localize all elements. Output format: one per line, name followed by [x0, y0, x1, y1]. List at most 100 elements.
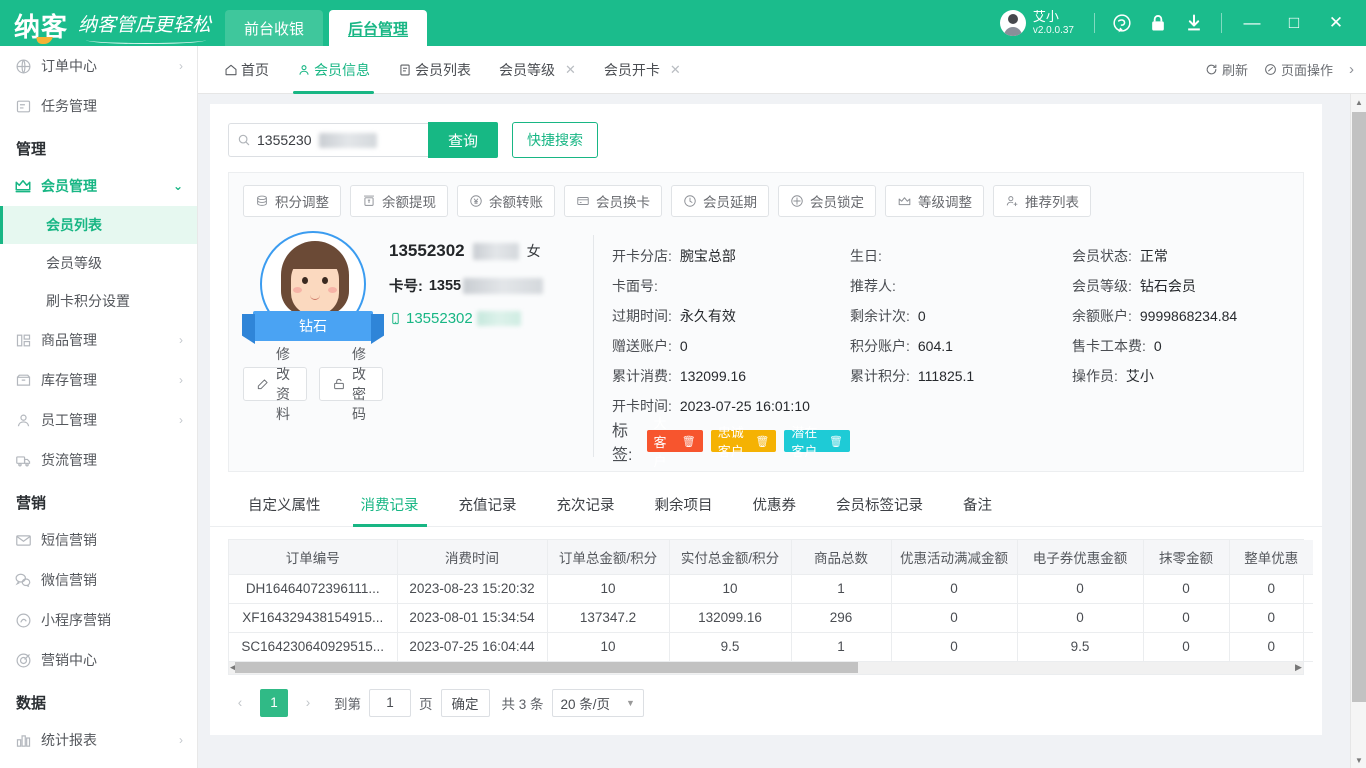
sidebar-item-staff[interactable]: 员工管理 ›: [0, 400, 197, 440]
user-chip[interactable]: 艾小 v2.0.0.37: [990, 10, 1084, 36]
tag-label: 大客户: [654, 413, 677, 470]
member-tag[interactable]: 大客户🗑: [647, 430, 703, 452]
member-phone-row[interactable]: 13552302: [389, 310, 593, 327]
sidebar-item-sms-marketing[interactable]: 短信营销: [0, 520, 197, 560]
column-header[interactable]: 电子券优惠金额: [1017, 540, 1143, 574]
scroll-right-arrow-icon[interactable]: ▶: [1294, 662, 1303, 673]
member-extend-button[interactable]: 会员延期: [671, 185, 769, 217]
confirm-page-button[interactable]: 确定: [441, 689, 490, 717]
minimize-button[interactable]: —: [1232, 0, 1272, 46]
quick-search-button[interactable]: 快捷搜索: [512, 122, 598, 158]
sidebar-item-miniprogram-marketing[interactable]: 小程序营销: [0, 600, 197, 640]
refresh-button[interactable]: 刷新: [1205, 60, 1248, 79]
sidebar-item-marketing-center[interactable]: 营销中心: [0, 640, 197, 680]
tab-count-records[interactable]: 充次记录: [537, 482, 635, 526]
delete-icon[interactable]: 🗑: [755, 435, 769, 448]
balance-transfer-button[interactable]: 余额转账: [457, 185, 555, 217]
withdraw-icon: [362, 194, 376, 208]
download-icon[interactable]: [1177, 6, 1211, 40]
scroll-up-arrow-icon[interactable]: ▲: [1351, 94, 1366, 110]
tab-remaining-items[interactable]: 剩余项目: [635, 482, 733, 526]
maximize-button[interactable]: □: [1274, 0, 1314, 46]
tab-remarks[interactable]: 备注: [943, 482, 1012, 526]
level-adjust-button[interactable]: 等级调整: [885, 185, 984, 217]
mode-tab-frontdesk[interactable]: 前台收银: [225, 10, 323, 46]
field-label: 售卡工本费:: [1072, 336, 1146, 356]
sidebar-item-card-points-setting[interactable]: 刷卡积分设置: [0, 282, 197, 320]
sidebar-item-member-manage[interactable]: 会员管理 ⌄: [0, 166, 197, 206]
column-header[interactable]: 抹零金额: [1143, 540, 1229, 574]
sidebar-item-order-center[interactable]: 订单中心 ›: [0, 46, 197, 86]
delete-icon[interactable]: 🗑: [829, 435, 843, 448]
column-header[interactable]: 商品总数: [791, 540, 891, 574]
tabbar-expand-button[interactable]: ›: [1349, 61, 1354, 78]
scroll-thumb[interactable]: [235, 662, 858, 673]
query-button[interactable]: 查询: [428, 122, 498, 158]
goto-page-input[interactable]: [369, 689, 411, 717]
tab-member-info[interactable]: 会员信息: [283, 46, 384, 94]
close-icon[interactable]: ✕: [670, 62, 681, 78]
column-header[interactable]: 消费时间: [397, 540, 547, 574]
member-tag[interactable]: 潜在客户🗑: [784, 430, 850, 452]
member-lock-button[interactable]: 会员锁定: [778, 185, 876, 217]
table-row[interactable]: DH16464072396111... 2023-08-23 15:20:32 …: [229, 574, 1313, 603]
lock-round-icon: [790, 194, 804, 208]
sidebar-item-logistics[interactable]: 货流管理: [0, 440, 197, 480]
redacted-phone: [477, 311, 521, 326]
tab-member-open-card[interactable]: 会员开卡 ✕: [590, 46, 695, 94]
scroll-thumb[interactable]: [1352, 112, 1366, 702]
mail-icon: [14, 531, 32, 549]
member-tag[interactable]: 忠诚客户🗑: [711, 430, 777, 452]
close-icon[interactable]: ✕: [565, 62, 576, 78]
tab-member-tag-records[interactable]: 会员标签记录: [816, 482, 943, 526]
sidebar-item-member-level[interactable]: 会员等级: [0, 244, 197, 282]
table-row[interactable]: SC164230640929515... 2023-07-25 16:04:44…: [229, 632, 1313, 661]
delete-icon[interactable]: 🗑: [682, 435, 696, 448]
balance-withdraw-button[interactable]: 余额提现: [350, 185, 448, 217]
sidebar-item-stock[interactable]: 库存管理 ›: [0, 360, 197, 400]
tab-custom-attributes[interactable]: 自定义属性: [228, 482, 341, 526]
column-header[interactable]: 整单优惠: [1229, 540, 1313, 574]
member-name-row: 13552302 女: [389, 241, 593, 261]
tab-consumption-records[interactable]: 消费记录: [341, 482, 439, 526]
sidebar-item-wechat-marketing[interactable]: 微信营销: [0, 560, 197, 600]
field-row: 操作员:艾小: [1072, 361, 1289, 391]
referral-list-button[interactable]: 推荐列表: [993, 185, 1091, 217]
sidebar-item-statistics[interactable]: 统计报表 ›: [0, 720, 197, 760]
tab-home[interactable]: 首页: [210, 46, 283, 94]
points-adjust-button[interactable]: 积分调整: [243, 185, 341, 217]
tab-recharge-records[interactable]: 充值记录: [439, 482, 537, 526]
next-page-button[interactable]: ›: [296, 690, 320, 716]
scroll-down-arrow-icon[interactable]: ▼: [1351, 752, 1366, 768]
column-header[interactable]: 订单编号: [229, 540, 397, 574]
page-operations-button[interactable]: 页面操作: [1264, 60, 1333, 79]
chat-icon[interactable]: [1105, 6, 1139, 40]
sidebar-item-task[interactable]: 任务管理: [0, 86, 197, 126]
sidebar-item-goods[interactable]: 商品管理 ›: [0, 320, 197, 360]
tab-member-list[interactable]: 会员列表: [384, 46, 485, 94]
table-row[interactable]: XF164329438154915... 2023-08-01 15:34:54…: [229, 603, 1313, 632]
member-card-swap-button[interactable]: 会员换卡: [564, 185, 662, 217]
column-header[interactable]: 优惠活动满减金额: [891, 540, 1017, 574]
task-icon: [14, 97, 32, 115]
sidebar-item-member-list[interactable]: 会员列表: [0, 206, 197, 244]
tab-member-level[interactable]: 会员等级 ✕: [485, 46, 590, 94]
pagination: ‹ 1 › 到第 页 确定 共 3 条 20 条/页 ▼: [210, 675, 1322, 735]
mode-tab-backoffice[interactable]: 后台管理: [329, 10, 427, 46]
page-vertical-scrollbar[interactable]: ▲ ▼: [1350, 94, 1366, 768]
card-swap-icon: [576, 194, 590, 208]
column-header[interactable]: 订单总金额/积分: [547, 540, 669, 574]
search-box[interactable]: 1355230: [228, 123, 428, 157]
lock-icon[interactable]: [1141, 6, 1175, 40]
tab-coupons[interactable]: 优惠券: [733, 482, 817, 526]
close-button[interactable]: ✕: [1316, 0, 1356, 46]
column-header[interactable]: 实付总金额/积分: [669, 540, 791, 574]
page-size-select[interactable]: 20 条/页 ▼: [552, 689, 644, 717]
edit-password-button[interactable]: 修改密码: [319, 367, 383, 401]
page-number-1[interactable]: 1: [260, 689, 288, 717]
truck-icon: [14, 451, 32, 469]
table-horizontal-scrollbar[interactable]: ◀ ▶: [228, 662, 1304, 675]
field-row: 售卡工本费:0: [1072, 331, 1289, 361]
prev-page-button[interactable]: ‹: [228, 690, 252, 716]
edit-profile-button[interactable]: 修改资料: [243, 367, 307, 401]
